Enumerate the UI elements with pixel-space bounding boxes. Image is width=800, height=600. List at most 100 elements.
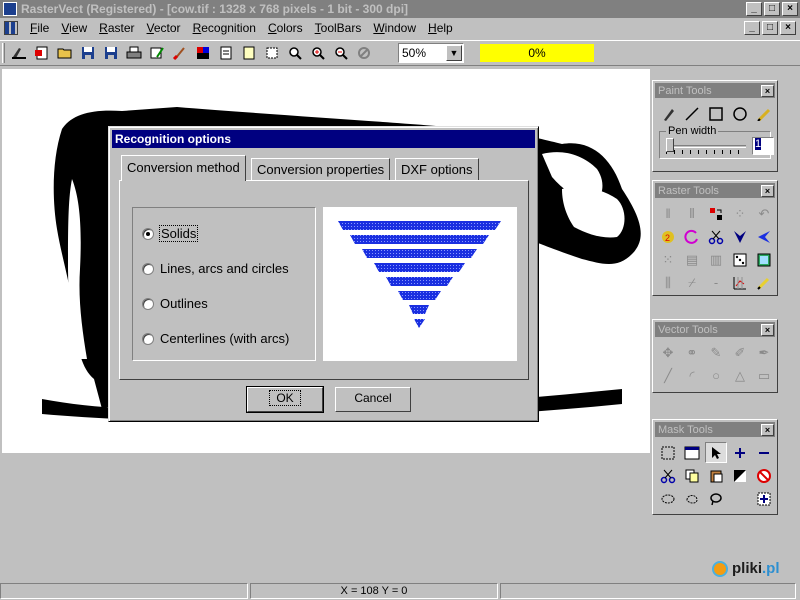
- menu-toolbars[interactable]: ToolBars: [309, 21, 368, 35]
- menu-colors[interactable]: Colors: [262, 21, 309, 35]
- option-outlines[interactable]: Outlines: [142, 296, 208, 311]
- rotate-90-icon[interactable]: 2: [657, 226, 679, 247]
- zoom-select[interactable]: 50% ▼: [398, 43, 464, 63]
- copy-icon[interactable]: [681, 465, 703, 486]
- rectangle-icon[interactable]: [705, 103, 727, 124]
- pen-edit-icon[interactable]: ✐: [729, 342, 751, 363]
- window-select-icon[interactable]: [681, 442, 703, 463]
- menu-window[interactable]: Window: [367, 21, 422, 35]
- move-icon[interactable]: ✥: [657, 342, 679, 363]
- close-button[interactable]: ×: [782, 2, 798, 16]
- close-icon[interactable]: ×: [761, 423, 774, 436]
- flip-horizontal-icon[interactable]: [753, 226, 775, 247]
- columns-icon[interactable]: ⦀: [681, 203, 703, 224]
- plus-icon[interactable]: [729, 442, 751, 463]
- radio-button[interactable]: [142, 332, 154, 345]
- quill-icon[interactable]: ✒: [753, 342, 775, 363]
- nodes-edit-icon[interactable]: ⚭: [681, 342, 703, 363]
- menu-recognition[interactable]: Recognition: [187, 21, 262, 35]
- circle-icon[interactable]: [729, 103, 751, 124]
- close-icon[interactable]: ×: [761, 184, 774, 197]
- colors-icon[interactable]: [192, 42, 214, 64]
- minimize-button[interactable]: _: [746, 2, 762, 16]
- triangle-icon[interactable]: △: [729, 365, 751, 386]
- image-frame-icon[interactable]: [753, 249, 775, 270]
- option-solids[interactable]: Solids: [142, 225, 199, 242]
- vector-line-icon[interactable]: ╱: [657, 365, 679, 386]
- new-file-icon[interactable]: [31, 42, 53, 64]
- brush-icon[interactable]: [169, 42, 191, 64]
- page-fit-icon[interactable]: [238, 42, 260, 64]
- pen-icon[interactable]: [657, 103, 679, 124]
- close-icon[interactable]: ×: [761, 323, 774, 336]
- palette-titlebar[interactable]: Vector Tools ×: [655, 322, 775, 337]
- app-icon[interactable]: [3, 2, 17, 16]
- radio-button[interactable]: [142, 227, 154, 240]
- option-lines-arcs-circles[interactable]: Lines, arcs and circles: [142, 261, 289, 276]
- dice-icon[interactable]: [729, 249, 751, 270]
- toolbar-grip[interactable]: [2, 43, 5, 63]
- flip-vertical-icon[interactable]: [729, 226, 751, 247]
- page-icon[interactable]: [215, 42, 237, 64]
- color-transfer-icon[interactable]: [705, 203, 727, 224]
- dialog-title[interactable]: Recognition options: [112, 130, 535, 148]
- rotate-icon[interactable]: [681, 226, 703, 247]
- close-icon[interactable]: ×: [761, 84, 774, 97]
- tab-conversion-method[interactable]: Conversion method: [121, 155, 246, 181]
- undo-icon[interactable]: ↶: [753, 203, 775, 224]
- vertical-lines-icon[interactable]: ‖: [657, 203, 679, 224]
- rect-select-icon[interactable]: [657, 442, 679, 463]
- menu-file[interactable]: File: [24, 21, 55, 35]
- page-select-icon[interactable]: [261, 42, 283, 64]
- tab-dxf-options[interactable]: DXF options: [395, 158, 479, 180]
- nodes-icon[interactable]: ⁙: [657, 249, 679, 270]
- brush-edit-icon[interactable]: ✎: [705, 342, 727, 363]
- save-icon[interactable]: [77, 42, 99, 64]
- cancel-icon[interactable]: [353, 42, 375, 64]
- open-folder-icon[interactable]: [54, 42, 76, 64]
- zoom-icon[interactable]: [284, 42, 306, 64]
- invert-icon[interactable]: [729, 465, 751, 486]
- pencil-icon[interactable]: [753, 103, 775, 124]
- lasso-icon[interactable]: [705, 488, 727, 509]
- scanner-icon[interactable]: [8, 42, 30, 64]
- menu-view[interactable]: View: [55, 21, 93, 35]
- pen-width-field[interactable]: 1: [752, 137, 774, 155]
- menu-raster[interactable]: Raster: [93, 21, 140, 35]
- vector-rect-icon[interactable]: ▭: [753, 365, 775, 386]
- radio-button[interactable]: [142, 297, 154, 310]
- menu-help[interactable]: Help: [422, 21, 459, 35]
- dash-icon[interactable]: -: [705, 272, 727, 293]
- option-centerlines[interactable]: Centerlines (with arcs): [142, 331, 289, 346]
- freeform-select-icon[interactable]: [681, 488, 703, 509]
- maximize-button[interactable]: □: [764, 2, 780, 16]
- line-icon[interactable]: [681, 103, 703, 124]
- despeckle-icon[interactable]: ⁘: [729, 203, 751, 224]
- minus-icon[interactable]: [753, 442, 775, 463]
- layers-icon[interactable]: ▤: [681, 249, 703, 270]
- broom-icon[interactable]: ⌿: [681, 272, 703, 293]
- ellipse-select-icon[interactable]: [657, 488, 679, 509]
- edit-image-icon[interactable]: [146, 42, 168, 64]
- thinning-icon[interactable]: ⫼: [657, 272, 679, 293]
- scissors-icon[interactable]: [705, 226, 727, 247]
- doc-restore-button[interactable]: □: [762, 21, 778, 35]
- palette-titlebar[interactable]: Raster Tools ×: [655, 183, 775, 198]
- cancel-button[interactable]: Cancel: [335, 387, 411, 412]
- cut-icon[interactable]: [657, 465, 679, 486]
- radio-button[interactable]: [142, 262, 154, 275]
- vector-circle-icon[interactable]: ○: [705, 365, 727, 386]
- paste-icon[interactable]: [705, 465, 727, 486]
- palette-titlebar[interactable]: Mask Tools ×: [655, 422, 775, 437]
- chevron-down-icon[interactable]: ▼: [446, 45, 462, 61]
- tab-conversion-properties[interactable]: Conversion properties: [251, 158, 391, 180]
- ok-button[interactable]: OK: [246, 386, 324, 413]
- pen-width-slider[interactable]: [666, 138, 674, 152]
- highlight-pen-icon[interactable]: [753, 272, 775, 293]
- doc-close-button[interactable]: ×: [780, 21, 796, 35]
- arc-icon[interactable]: ◜: [681, 365, 703, 386]
- doc-minimize-button[interactable]: _: [744, 21, 760, 35]
- document-icon[interactable]: [4, 21, 18, 35]
- palette-titlebar[interactable]: Paint Tools ×: [655, 83, 775, 98]
- pointer-icon[interactable]: [705, 442, 727, 463]
